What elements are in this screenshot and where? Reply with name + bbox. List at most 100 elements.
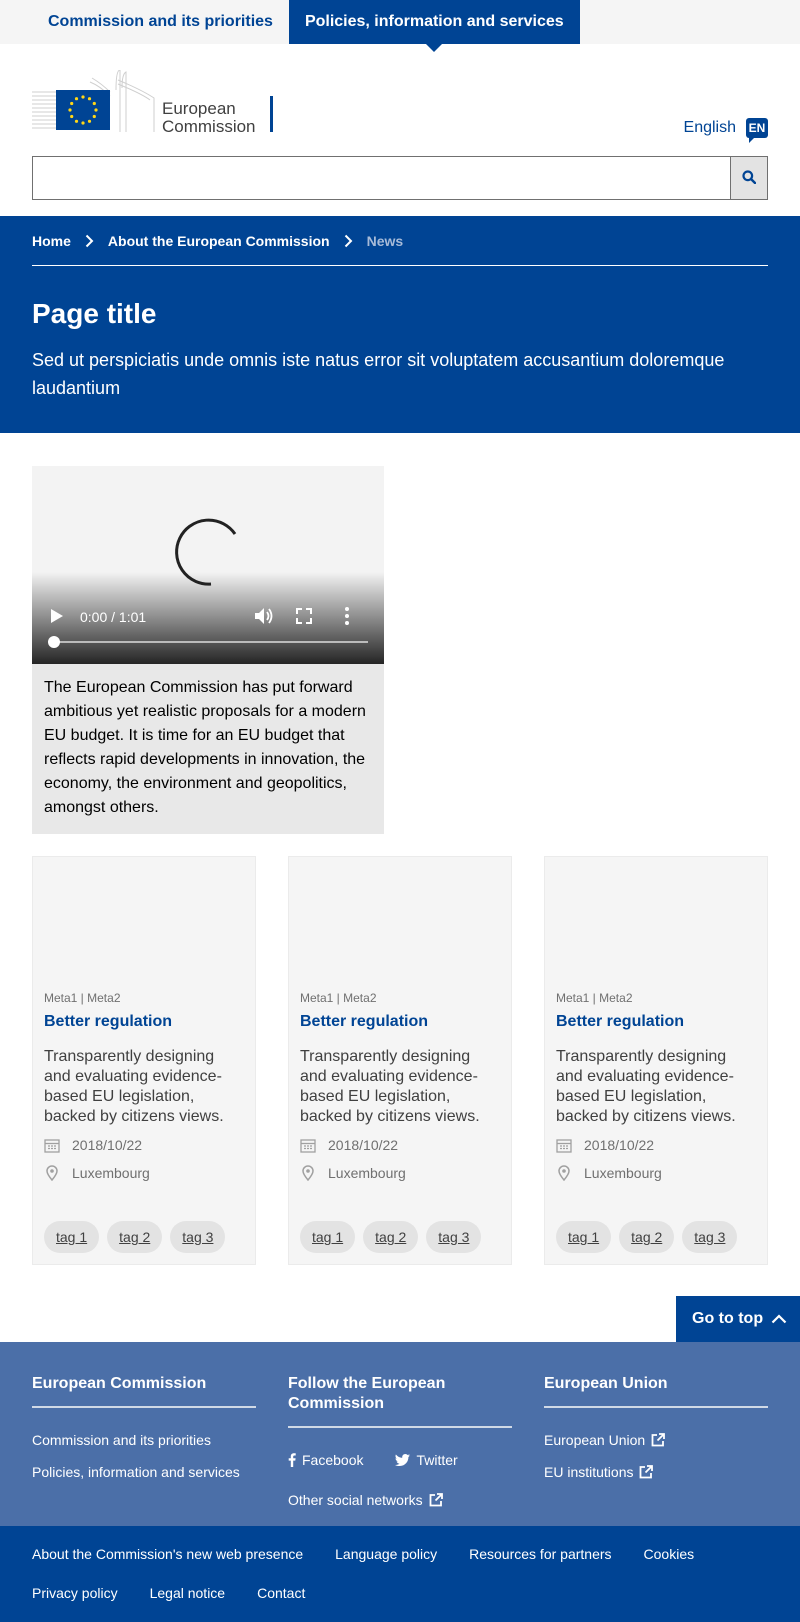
card-date: 2018/10/22	[300, 1135, 500, 1155]
twitter-label: Twitter	[416, 1452, 458, 1468]
social-links: Facebook Twitter	[288, 1452, 512, 1468]
card-description: Transparently designing and evaluating e…	[44, 1048, 224, 1125]
card-date-text: 2018/10/22	[72, 1137, 143, 1153]
card-location-text: Luxembourg	[328, 1165, 406, 1181]
video-time: 0:00 / 1:01	[80, 609, 147, 625]
tag-2[interactable]: tag 2	[363, 1221, 419, 1253]
breadcrumb: Home About the European Commission News	[32, 216, 768, 266]
chevron-right-icon	[344, 234, 353, 248]
breadcrumb-home[interactable]: Home	[32, 233, 71, 249]
twitter-icon	[395, 1454, 411, 1466]
card-title-link[interactable]: Better regulation	[44, 1013, 244, 1031]
card-date-text: 2018/10/22	[328, 1137, 399, 1153]
twitter-link[interactable]: Twitter	[395, 1452, 458, 1468]
fullscreen-icon[interactable]	[296, 608, 312, 624]
footer-link-eu-institutions[interactable]: EU institutions	[544, 1464, 768, 1480]
footer-link-other-social[interactable]: Other social networks	[288, 1492, 512, 1508]
top-navigation: Commission and its priorities Policies, …	[0, 0, 800, 52]
tag-1[interactable]: tag 1	[556, 1221, 612, 1253]
facebook-icon	[288, 1453, 296, 1467]
footer-link-language-policy[interactable]: Language policy	[335, 1544, 437, 1576]
card-meta: Meta1 | Meta2	[44, 991, 121, 1005]
external-link-icon	[651, 1433, 666, 1447]
play-icon[interactable]	[50, 608, 64, 624]
chevron-right-icon	[85, 234, 94, 248]
go-to-top-label: Go to top	[692, 1310, 764, 1327]
footer-link-european-union[interactable]: European Union	[544, 1432, 768, 1448]
tag-3[interactable]: tag 3	[682, 1221, 738, 1253]
topnav-policies-services[interactable]: Policies, information and services	[288, 0, 580, 52]
chevron-up-icon	[771, 1314, 787, 1324]
tag-2[interactable]: tag 2	[107, 1221, 163, 1253]
breadcrumb-about[interactable]: About the European Commission	[108, 233, 330, 249]
more-options-icon[interactable]	[345, 607, 349, 625]
breadcrumb-current: News	[366, 232, 404, 249]
tag-1[interactable]: tag 1	[300, 1221, 356, 1253]
content-card: Meta1 | Meta2 Better regulation Transpar…	[32, 856, 256, 1265]
calendar-icon	[556, 1138, 572, 1153]
card-title-link[interactable]: Better regulation	[556, 1013, 756, 1031]
content-card: Meta1 | Meta2 Better regulation Transpar…	[544, 856, 768, 1265]
footer-link-new-web-presence[interactable]: About the Commission's new web presence	[32, 1544, 303, 1576]
video-player[interactable]: 0:00 / 1:01	[32, 466, 384, 664]
logo-text-line2: Commission	[162, 117, 256, 136]
card-tags: tag 1 tag 2 tag 3	[556, 1221, 745, 1253]
search-button[interactable]	[730, 156, 768, 200]
card-date: 2018/10/22	[44, 1135, 244, 1155]
footer-link-commission-priorities[interactable]: Commission and its priorities	[32, 1432, 256, 1448]
eu-institutions-label: EU institutions	[544, 1464, 634, 1480]
video-progress-bar[interactable]	[50, 641, 368, 643]
page-intro: Sed ut perspiciatis unde omnis iste natu…	[32, 350, 725, 398]
page-header-banner: Home About the European Commission News …	[0, 216, 800, 433]
card-title-link[interactable]: Better regulation	[300, 1013, 500, 1031]
video-progress-handle[interactable]	[48, 636, 60, 648]
footer-link-legal-notice[interactable]: Legal notice	[150, 1583, 226, 1615]
tag-1[interactable]: tag 1	[44, 1221, 100, 1253]
calendar-icon	[300, 1138, 316, 1153]
go-to-top-button[interactable]: Go to top	[676, 1296, 800, 1342]
footer-column-title: European Union	[544, 1374, 768, 1408]
page-title: Page title	[32, 298, 157, 329]
footer-column-follow: Follow the European Commission Facebook …	[288, 1342, 512, 1526]
footer-link-policies-services[interactable]: Policies, information and services	[32, 1464, 256, 1480]
video-caption: The European Commission has put forward …	[32, 664, 384, 834]
language-label: English	[683, 119, 736, 136]
facebook-label: Facebook	[302, 1452, 364, 1468]
content-card: Meta1 | Meta2 Better regulation Transpar…	[288, 856, 512, 1265]
tag-2[interactable]: tag 2	[619, 1221, 675, 1253]
facebook-link[interactable]: Facebook	[288, 1452, 363, 1468]
card-location-text: Luxembourg	[72, 1165, 150, 1181]
search-icon	[742, 169, 757, 187]
external-link-icon	[429, 1493, 443, 1507]
european-commission-logo[interactable]: European Commission	[32, 69, 274, 136]
location-pin-icon	[44, 1165, 60, 1181]
site-header: European Commission English EN	[0, 44, 800, 216]
tag-3[interactable]: tag 3	[426, 1221, 482, 1253]
card-location: Luxembourg	[300, 1163, 500, 1183]
language-selector[interactable]: English EN	[683, 118, 768, 143]
other-social-label: Other social networks	[288, 1492, 423, 1508]
topnav-commission-priorities[interactable]: Commission and its priorities	[32, 0, 289, 44]
media-container: 0:00 / 1:01 The European Commission has …	[32, 466, 384, 834]
card-list: Meta1 | Meta2 Better regulation Transpar…	[32, 856, 768, 1265]
european-union-label: European Union	[544, 1432, 646, 1448]
tag-3[interactable]: tag 3	[170, 1221, 226, 1253]
card-tags: tag 1 tag 2 tag 3	[44, 1221, 233, 1253]
footer-link-cookies[interactable]: Cookies	[644, 1544, 695, 1576]
footer-column-commission: European Commission Commission and its p…	[32, 1342, 256, 1526]
footer-link-resources-partners[interactable]: Resources for partners	[469, 1544, 611, 1576]
search-input[interactable]	[32, 156, 730, 200]
card-tags: tag 1 tag 2 tag 3	[300, 1221, 489, 1253]
volume-icon[interactable]	[254, 607, 274, 625]
footer-link-contact[interactable]: Contact	[257, 1583, 305, 1615]
card-location-text: Luxembourg	[584, 1165, 662, 1181]
card-description: Transparently designing and evaluating e…	[556, 1048, 736, 1125]
footer-legal-links: About the Commission's new web presence …	[0, 1526, 800, 1622]
card-description: Transparently designing and evaluating e…	[300, 1048, 480, 1125]
footer-link-privacy-policy[interactable]: Privacy policy	[32, 1583, 118, 1615]
footer-column-title: Follow the European Commission	[288, 1374, 512, 1428]
location-pin-icon	[300, 1165, 316, 1181]
card-date: 2018/10/22	[556, 1135, 756, 1155]
footer-column-title: European Commission	[32, 1374, 256, 1408]
card-location: Luxembourg	[556, 1163, 756, 1183]
